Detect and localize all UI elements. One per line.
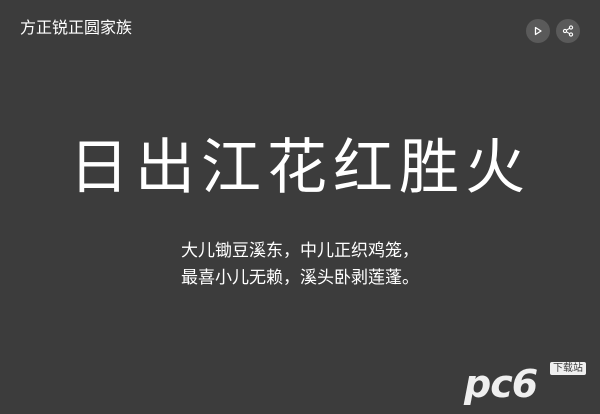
poem-line: 大儿锄豆溪东，中儿正织鸡笼，: [181, 241, 419, 261]
pc6-watermark-logo: pc6 下载站: [464, 360, 586, 404]
share-button[interactable]: [556, 19, 580, 43]
play-button[interactable]: [526, 19, 550, 43]
watermark-badge: 下载站: [550, 362, 586, 375]
preview-controls: [526, 19, 580, 43]
font-family-title: 方正锐正圆家族: [20, 18, 133, 37]
watermark-logo-text: pc6: [464, 362, 538, 406]
font-preview-card: 方正锐正圆家族 日出江花红胜火 大儿锄豆溪东，中儿正织鸡笼， 最喜小儿无赖，溪头…: [0, 0, 600, 414]
play-icon: [533, 26, 543, 36]
sample-headline: 日出江花红胜火: [69, 133, 531, 203]
share-icon: [562, 25, 574, 37]
sample-poem: 大儿锄豆溪东，中儿正织鸡笼， 最喜小儿无赖，溪头卧剥莲蓬。: [0, 238, 600, 292]
poem-line: 最喜小儿无赖，溪头卧剥莲蓬。: [181, 268, 419, 288]
